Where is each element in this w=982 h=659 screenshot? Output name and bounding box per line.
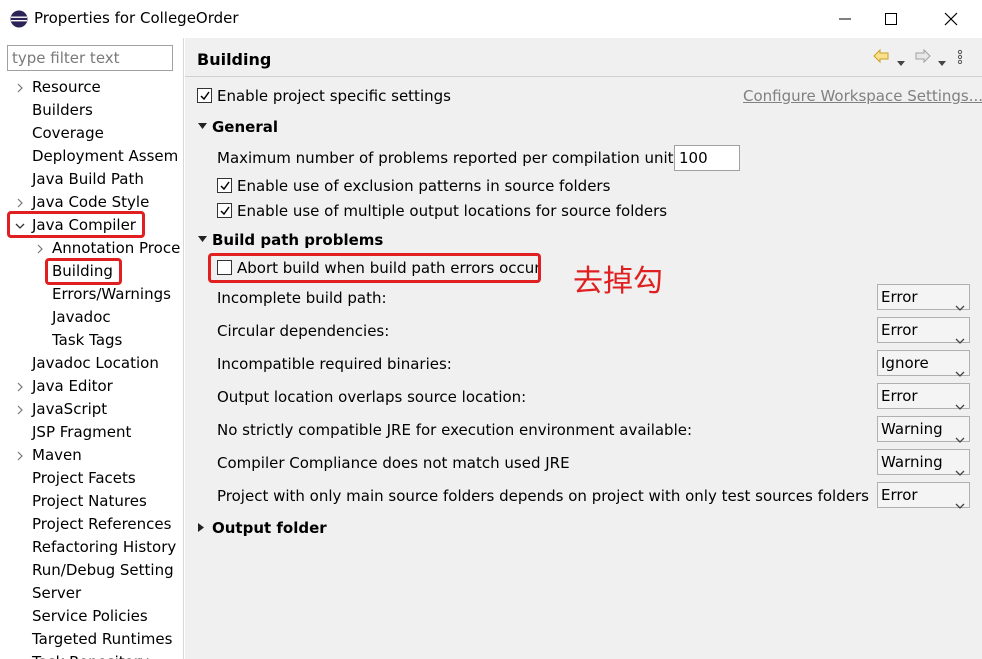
minimize-button[interactable]: [822, 0, 868, 38]
severity-select[interactable]: Ignore: [877, 350, 970, 377]
chevron-right-icon[interactable]: [14, 375, 26, 398]
chevron-down-icon: [955, 393, 965, 417]
filter-input[interactable]: [7, 45, 173, 71]
navigation-pane: Resource Builders Coverage Deployment Assem…: [0, 38, 184, 659]
collapse-icon: [198, 123, 207, 129]
back-arrow-icon[interactable]: [873, 48, 889, 68]
severity-select[interactable]: Error: [877, 482, 970, 509]
eclipse-icon: [10, 10, 28, 28]
problem-label: Incompatible required binaries:: [217, 355, 452, 373]
checkmark-icon: [220, 206, 230, 216]
chevron-down-icon: [955, 294, 965, 318]
severity-value: Error: [881, 387, 918, 405]
page-title: Building: [197, 50, 272, 69]
tree-item-label: Project References: [32, 515, 172, 533]
severity-value: Warning: [881, 420, 943, 438]
chevron-right-icon[interactable]: [14, 444, 26, 467]
tree-item-label: Run/Debug Setting: [32, 561, 174, 579]
checkmark-icon: [220, 181, 230, 191]
tree-item-label: Java Editor: [32, 377, 113, 395]
chevron-down-icon: [955, 360, 965, 384]
forward-dropdown-icon[interactable]: [938, 53, 946, 71]
severity-select[interactable]: Warning: [877, 449, 970, 476]
problem-label: Incomplete build path:: [217, 289, 387, 307]
view-menu-icon[interactable]: [957, 49, 963, 69]
tree-item-label: JSP Fragment: [32, 423, 132, 441]
max-problems-input[interactable]: 100: [674, 145, 740, 171]
collapse-icon: [198, 236, 207, 242]
enable-project-settings-label: Enable project specific settings: [217, 87, 451, 105]
tree-item-label: Service Policies: [32, 607, 148, 625]
build-path-section-title: Build path problems: [212, 231, 384, 249]
output-folder-section-title: Output folder: [212, 519, 327, 537]
page-navigation: [873, 48, 973, 66]
severity-select[interactable]: Warning: [877, 416, 970, 443]
chevron-down-icon: [955, 492, 965, 516]
tree-item-label: Deployment Assem: [32, 147, 179, 165]
severity-value: Ignore: [881, 354, 929, 372]
tree-item-label: Task Repository: [32, 651, 149, 659]
annotation-text: 去掉勾: [573, 264, 663, 299]
back-dropdown-icon[interactable]: [897, 53, 905, 71]
title-bar: Properties for CollegeOrder: [0, 0, 982, 38]
tree-item-label: Targeted Runtimes: [32, 630, 173, 648]
multiple-outputs-label: Enable use of multiple output locations …: [237, 202, 668, 220]
chevron-down-icon: [955, 327, 965, 351]
chevron-down-icon: [955, 426, 965, 450]
severity-select[interactable]: Error: [877, 317, 970, 344]
minimize-icon: [839, 18, 851, 20]
maximize-icon: [885, 13, 897, 25]
exclusion-patterns-label: Enable use of exclusion patterns in sour…: [237, 177, 611, 195]
chevron-right-icon[interactable]: [14, 76, 26, 99]
close-button[interactable]: [928, 0, 974, 38]
severity-value: Error: [881, 288, 918, 306]
tree-item-label: Resource: [32, 78, 101, 96]
tree-item-label: Project Natures: [32, 492, 147, 510]
highlight-java-compiler: [7, 211, 145, 238]
tree-item-label: Annotation Proce: [52, 239, 181, 257]
property-page: Building Enable project specific setting…: [185, 38, 982, 659]
problem-label: Output location overlaps source location…: [217, 388, 527, 406]
tree-item-label: Refactoring History: [32, 538, 177, 556]
severity-value: Error: [881, 321, 918, 339]
tree-item-label: Coverage: [32, 124, 104, 142]
problem-label: No strictly compatible JRE for execution…: [217, 421, 693, 439]
expand-icon: [198, 523, 204, 532]
tree-item-label: Task Tags: [52, 331, 123, 349]
severity-select[interactable]: Error: [877, 383, 970, 410]
chevron-right-icon[interactable]: [34, 237, 46, 260]
window-title: Properties for CollegeOrder: [34, 9, 239, 27]
chevron-right-icon[interactable]: [14, 398, 26, 421]
max-problems-label: Maximum number of problems reported per …: [217, 149, 679, 167]
tree-item-label: Javadoc Location: [32, 354, 159, 372]
severity-select[interactable]: Error: [877, 284, 970, 311]
general-section-title: General: [212, 118, 278, 136]
maximize-button[interactable]: [868, 0, 914, 38]
checkbox-checked[interactable]: [217, 178, 232, 193]
tree-item-label: Errors/Warnings: [52, 285, 171, 303]
severity-value: Warning: [881, 453, 943, 471]
checkbox-checked[interactable]: [217, 203, 232, 218]
highlight-abort-build: [208, 253, 541, 283]
problem-label: Project with only main source folders de…: [217, 487, 869, 505]
tree-item-label: JavaScript: [32, 400, 108, 418]
checkmark-icon: [200, 91, 210, 101]
tree-item-label: Java Build Path: [32, 170, 144, 188]
forward-arrow-icon[interactable]: [915, 48, 931, 68]
tree-item-label: Server: [32, 584, 82, 602]
configure-workspace-link[interactable]: Configure Workspace Settings...: [743, 87, 982, 105]
highlight-building: [45, 258, 122, 285]
close-icon: [944, 12, 958, 26]
chevron-down-icon: [955, 459, 965, 483]
tree-item-label: Builders: [32, 101, 93, 119]
tree-item-label: Maven: [32, 446, 82, 464]
tree-item-label: Project Facets: [32, 469, 136, 487]
problem-label: Compiler Compliance does not match used …: [217, 454, 570, 472]
tree-item-label: Javadoc: [52, 308, 111, 326]
header-separator: [185, 76, 982, 77]
checkbox-checked[interactable]: [197, 88, 212, 103]
severity-value: Error: [881, 486, 918, 504]
problem-label: Circular dependencies:: [217, 322, 390, 340]
